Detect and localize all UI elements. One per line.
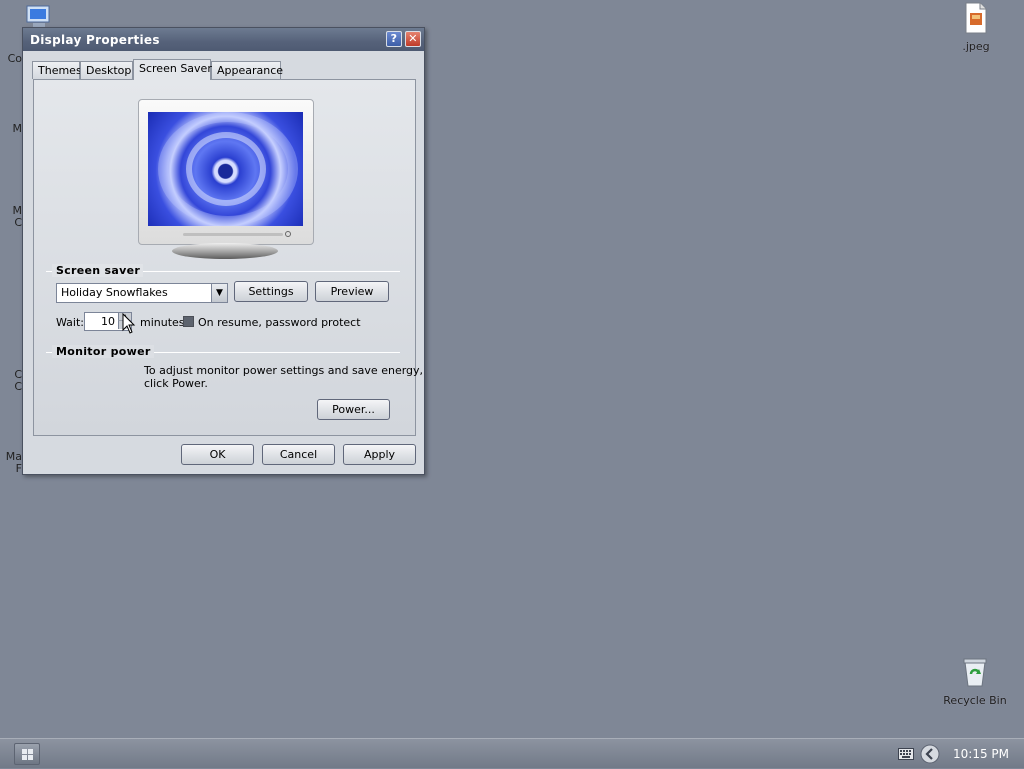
- preview-button[interactable]: Preview: [315, 281, 389, 302]
- tab-appearance[interactable]: Appearance: [211, 61, 283, 79]
- minutes-label: minutes: [140, 316, 185, 329]
- screen-saver-preview-image: [148, 112, 303, 226]
- recycle-bin-shortcut[interactable]: Recycle Bin: [936, 656, 1014, 707]
- monitor-stand: [172, 243, 278, 259]
- start-menu-icon: [22, 749, 33, 760]
- taskbar-clock[interactable]: 10:15 PM: [953, 747, 1009, 761]
- monitor-bezel-slot: [183, 233, 283, 236]
- screen-saver-group-label: Screen saver: [52, 264, 144, 277]
- apply-button[interactable]: Apply: [343, 444, 416, 465]
- close-button[interactable]: ✕: [405, 31, 421, 47]
- power-button[interactable]: Power...: [317, 399, 390, 420]
- start-button[interactable]: [14, 743, 40, 765]
- desktop-label-fragment[interactable]: C: [0, 380, 22, 393]
- window-title: Display Properties: [30, 33, 160, 47]
- title-bar[interactable]: Display Properties ? ✕: [23, 28, 424, 51]
- desktop-label-fragment[interactable]: M: [0, 122, 23, 135]
- close-icon: ✕: [408, 32, 418, 45]
- monitor-power-description-line1: To adjust monitor power settings and sav…: [144, 364, 424, 377]
- tab-desktop[interactable]: Desktop: [80, 61, 133, 79]
- password-protect-checkbox[interactable]: [183, 316, 194, 327]
- display-properties-window: Display Properties ? ✕ Themes Desktop Sc…: [22, 27, 425, 475]
- image-file-icon: [965, 2, 987, 34]
- screen-saver-select[interactable]: Holiday Snowflakes ▼: [56, 283, 228, 303]
- cancel-button[interactable]: Cancel: [262, 444, 335, 465]
- tab-screen-saver[interactable]: Screen Saver: [133, 59, 212, 80]
- desktop-label-fragment[interactable]: F: [0, 462, 22, 475]
- chevron-down-icon[interactable]: ▼: [211, 284, 227, 302]
- system-tray: 10:15 PM: [898, 739, 1024, 769]
- back-arrow-icon[interactable]: [920, 744, 940, 764]
- recycle-bin-label: Recycle Bin: [943, 694, 1007, 707]
- tab-themes[interactable]: Themes: [32, 61, 82, 79]
- keyboard-icon[interactable]: [898, 748, 914, 760]
- desktop-label-fragment[interactable]: C: [0, 216, 22, 229]
- screen-saver-panel: Screen saver Holiday Snowflakes ▼ Settin…: [33, 79, 423, 436]
- recycle-bin-icon: [963, 658, 987, 687]
- monitor-power-group-label: Monitor power: [52, 345, 154, 358]
- jpeg-file-shortcut[interactable]: .jpeg: [950, 2, 1002, 53]
- preview-swirl-inner: [186, 132, 266, 206]
- help-button[interactable]: ?: [386, 31, 402, 47]
- wait-minutes-value: 10: [101, 315, 115, 328]
- settings-button[interactable]: Settings: [234, 281, 308, 302]
- mouse-pointer-icon: [122, 313, 136, 334]
- jpeg-file-label: .jpeg: [962, 40, 990, 53]
- taskbar: 10:15 PM: [0, 738, 1024, 768]
- ok-button[interactable]: OK: [181, 444, 254, 465]
- monitor-power-description-line2: click Power.: [144, 377, 208, 390]
- monitor-preview: [138, 99, 314, 245]
- monitor-power-led: [285, 231, 291, 237]
- screen-saver-selected-value: Holiday Snowflakes: [61, 286, 168, 299]
- desktop-label-fragment[interactable]: Co: [0, 52, 22, 65]
- wait-label: Wait:: [56, 316, 84, 329]
- help-icon: ?: [390, 32, 398, 45]
- password-protect-label[interactable]: On resume, password protect: [198, 316, 361, 329]
